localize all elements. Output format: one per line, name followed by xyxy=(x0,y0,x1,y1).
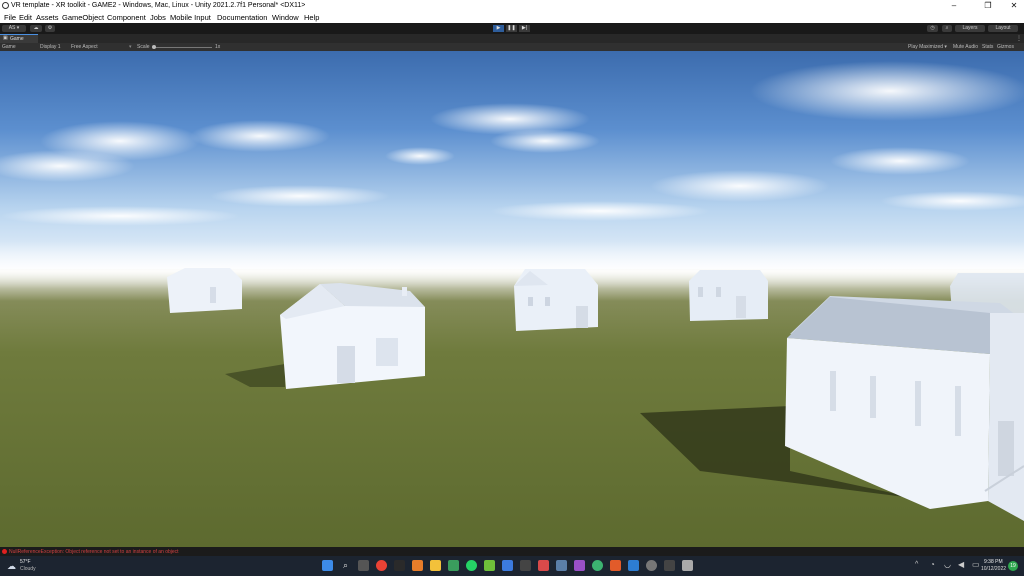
menu-jobs[interactable]: Jobs xyxy=(150,13,166,22)
aspect-chevron-icon[interactable]: ▾ xyxy=(129,44,132,50)
app-icon[interactable] xyxy=(538,560,549,571)
menu-window[interactable]: Window xyxy=(272,13,299,22)
cloud-weather-icon[interactable]: ☁ xyxy=(7,561,16,572)
unity-icon[interactable] xyxy=(394,560,405,571)
error-icon xyxy=(2,549,7,554)
scene-render xyxy=(0,51,1024,547)
app-icon[interactable] xyxy=(610,560,621,571)
tab-options-icon[interactable]: ⋮ xyxy=(1016,35,1022,42)
window-title-bar: VR template - XR toolkit - GAME2 - Windo… xyxy=(0,0,1024,12)
app-icon[interactable] xyxy=(646,560,657,571)
display-dropdown[interactable]: Display 1 xyxy=(40,44,61,50)
console-error-message[interactable]: NullReferenceException: Object reference… xyxy=(9,549,179,555)
wifi-icon[interactable]: ◡ xyxy=(944,560,951,569)
history-icon[interactable]: ◷ xyxy=(927,25,938,32)
settings-icon[interactable]: ⚙ xyxy=(45,25,55,32)
gamepad-icon: ▣ xyxy=(3,35,8,41)
chevron-up-icon[interactable]: ^ xyxy=(915,561,918,568)
scale-label: Scale xyxy=(137,43,150,50)
volume-icon[interactable]: ◀ xyxy=(958,560,964,569)
start-icon[interactable] xyxy=(322,560,333,571)
network-icon[interactable]: ◔ xyxy=(930,560,935,569)
house-center-left xyxy=(280,283,425,389)
search-icon[interactable]: ⌕ xyxy=(340,560,351,571)
terminal-icon[interactable] xyxy=(520,560,531,571)
game-viewport[interactable] xyxy=(0,51,1024,547)
file-explorer-icon[interactable] xyxy=(430,560,441,571)
unity-logo-icon xyxy=(2,2,9,9)
scale-slider-handle[interactable] xyxy=(152,45,156,49)
app-icon[interactable] xyxy=(664,560,675,571)
chrome-icon[interactable] xyxy=(376,560,387,571)
app-icon[interactable] xyxy=(574,560,585,571)
scale-value: 1x xyxy=(215,43,221,50)
battery-icon[interactable]: ▭ xyxy=(972,560,980,569)
account-button[interactable]: AS ▾ xyxy=(2,25,26,32)
tab-game[interactable]: ▣ Game xyxy=(0,34,38,43)
gmail-icon[interactable] xyxy=(448,560,459,571)
scale-slider-track[interactable] xyxy=(154,47,212,48)
horizon-fog xyxy=(0,241,1024,301)
menu-assets[interactable]: Assets xyxy=(36,13,59,22)
weather-condition[interactable]: Cloudy xyxy=(20,566,36,572)
window-title: VR template - XR toolkit - GAME2 - Windo… xyxy=(11,1,306,9)
minimize-button[interactable]: – xyxy=(944,0,964,12)
store-icon[interactable] xyxy=(628,560,639,571)
clock-date[interactable]: 10/12/2022 xyxy=(981,566,1006,572)
menu-help[interactable]: Help xyxy=(304,13,319,22)
gizmos-dropdown[interactable]: Gizmos xyxy=(997,44,1014,50)
stats-toggle[interactable]: Stats xyxy=(982,44,993,50)
game-mode-dropdown[interactable]: Game xyxy=(2,44,16,50)
weather-temp[interactable]: 57°F xyxy=(20,559,31,565)
menu-documentation[interactable]: Documentation xyxy=(217,13,267,22)
menu-gameobject[interactable]: GameObject xyxy=(62,13,104,22)
notification-badge[interactable]: 19 xyxy=(1008,561,1018,571)
console-status-bar[interactable]: NullReferenceException: Object reference… xyxy=(0,547,1024,556)
clock-time[interactable]: 9:38 PM xyxy=(984,559,1003,565)
mute-audio-toggle[interactable]: Mute Audio xyxy=(953,44,978,50)
editor-toolbar: AS ▾ ☁ ⚙ ▶ ❚❚ ▶| ◷ ⌕ Layers Layout xyxy=(0,23,1024,34)
close-button[interactable]: ✕ xyxy=(1004,0,1024,12)
layout-dropdown[interactable]: Layout xyxy=(988,25,1018,32)
menu-component[interactable]: Component xyxy=(107,13,146,22)
play-maximized-dropdown[interactable]: Play Maximized ▾ xyxy=(908,44,947,50)
game-view-toolbar: Game Display 1 Free Aspect ▾ Scale 1x Pl… xyxy=(0,43,1024,51)
cloud-icon[interactable]: ☁ xyxy=(30,25,42,32)
house-center xyxy=(514,269,598,331)
maximize-button[interactable]: ❐ xyxy=(978,0,998,12)
pause-button[interactable]: ❚❚ xyxy=(506,25,517,32)
blender-icon[interactable] xyxy=(412,560,423,571)
vscode-icon[interactable] xyxy=(502,560,513,571)
minecraft-icon[interactable] xyxy=(484,560,495,571)
task-view-icon[interactable] xyxy=(358,560,369,571)
play-button[interactable]: ▶ xyxy=(493,25,504,32)
windows-taskbar: ☁ 57°F Cloudy ⌕ ^ ◔ ◡ ◀ ▭ 9:38 PM 10/12/… xyxy=(0,556,1024,576)
app-icon[interactable] xyxy=(682,560,693,571)
layers-dropdown[interactable]: Layers xyxy=(955,25,985,32)
house-distant-left xyxy=(167,268,242,313)
menu-file[interactable]: File xyxy=(4,13,16,22)
whatsapp-icon[interactable] xyxy=(466,560,477,571)
menu-edit[interactable]: Edit xyxy=(19,13,32,22)
menu-mobile-input[interactable]: Mobile Input xyxy=(170,13,211,22)
step-button[interactable]: ▶| xyxy=(519,25,530,32)
tab-game-label: Game xyxy=(10,36,24,42)
photos-icon[interactable] xyxy=(556,560,567,571)
aspect-dropdown[interactable]: Free Aspect xyxy=(71,44,98,50)
house-center-right xyxy=(689,270,768,321)
app-icon[interactable] xyxy=(592,560,603,571)
search-icon[interactable]: ⌕ xyxy=(942,25,952,32)
